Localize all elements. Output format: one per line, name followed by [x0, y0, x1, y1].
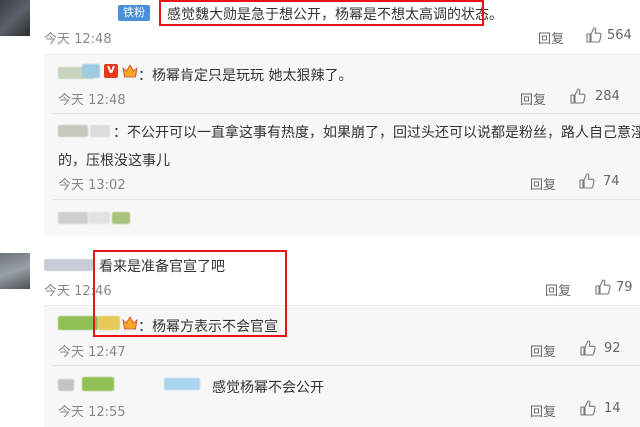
username-redacted — [164, 378, 200, 390]
like-count: 14 — [604, 401, 621, 416]
thumbs-up-icon[interactable] — [580, 400, 596, 416]
username-redacted — [58, 316, 98, 330]
highlight-box — [93, 250, 287, 337]
username-redacted — [90, 125, 110, 137]
reply-button[interactable]: 回复 — [520, 89, 546, 108]
reply-button[interactable]: 回复 — [530, 401, 556, 420]
thumbs-up-icon[interactable] — [586, 27, 602, 43]
fan-badge: 铁粉 — [118, 5, 150, 21]
thumbs-up-icon[interactable] — [580, 340, 596, 356]
username-redacted — [82, 377, 114, 391]
crown-icon — [122, 64, 138, 78]
reply-text-line1: ：不公开可以一直拿这事有热度，如果崩了，回过头还可以说都是粉丝，路人自己意淫 — [113, 125, 640, 141]
reply-button[interactable]: 回复 — [545, 280, 571, 299]
reply-text: ：杨幂肯定只是玩玩 她太狠辣了。 — [138, 68, 353, 84]
highlight-box — [159, 0, 484, 26]
divider — [52, 199, 640, 200]
vip-badge-icon: V — [104, 64, 118, 78]
more-replies-redacted[interactable] — [58, 212, 88, 224]
divider — [52, 113, 640, 114]
avatar[interactable] — [0, 253, 30, 289]
avatar[interactable] — [0, 0, 30, 36]
like-count: 79 — [616, 280, 633, 295]
reply-button[interactable]: 回复 — [530, 174, 556, 193]
like-count: 74 — [603, 174, 620, 189]
like-count: 92 — [604, 341, 621, 356]
comment-time: 今天 12:48 — [44, 32, 112, 47]
reply-time: 今天 12:47 — [58, 345, 126, 360]
reply-button[interactable]: 回复 — [530, 341, 556, 360]
reply-text-line2: 的，压根没这事儿 — [58, 153, 170, 169]
reply-time: 今天 13:02 — [58, 178, 126, 193]
reply-time: 今天 12:48 — [58, 93, 126, 108]
username-redacted — [82, 64, 100, 78]
thumbs-up-icon[interactable] — [579, 173, 595, 189]
thumbs-up-icon[interactable] — [595, 279, 611, 295]
username-redacted — [44, 259, 94, 271]
more-replies-redacted — [112, 212, 130, 224]
more-replies-redacted — [88, 212, 110, 224]
like-count: 284 — [595, 89, 620, 104]
reply-time: 今天 12:55 — [58, 405, 126, 420]
like-count: 564 — [607, 28, 632, 43]
thumbs-up-icon[interactable] — [570, 88, 586, 104]
divider — [52, 365, 640, 366]
username-redacted — [58, 125, 88, 137]
username-redacted — [58, 379, 74, 391]
reply-text: 感觉杨幂不会公开 — [212, 380, 324, 396]
reply-button[interactable]: 回复 — [538, 28, 564, 47]
